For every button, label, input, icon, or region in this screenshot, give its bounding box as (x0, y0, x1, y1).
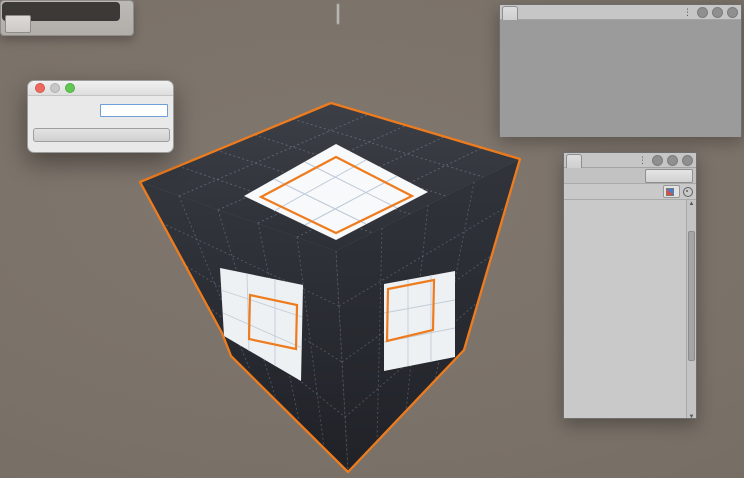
scrollbar-thumb[interactable] (688, 231, 695, 361)
orientation-tool-button[interactable] (5, 15, 31, 33)
palette-object-field[interactable] (663, 185, 680, 198)
palette-scrollbar[interactable]: ▲ ▼ (686, 200, 696, 419)
tab-vertex-colors[interactable] (566, 154, 582, 168)
weld-vertices-button[interactable] (33, 128, 170, 142)
reset-button[interactable] (645, 169, 693, 183)
vertex-colors-panel[interactable]: ⋮ ▲ ▼ (563, 152, 697, 419)
window-circle-icon[interactable] (652, 155, 663, 166)
scroll-down-icon[interactable]: ▼ (687, 413, 696, 419)
window-circle-icon[interactable] (712, 7, 723, 18)
scene-viewport[interactable]: ⋮ ⋮ (0, 0, 744, 478)
options-window[interactable] (27, 80, 174, 153)
palette-asset-icon (666, 188, 674, 196)
window-circle-icon[interactable] (682, 155, 693, 166)
window-circle-icon[interactable] (697, 7, 708, 18)
close-button[interactable] (35, 83, 45, 93)
vertex-colors-header: ⋮ (564, 153, 696, 168)
right-window[interactable] (384, 271, 455, 371)
panel-menu-icon[interactable]: ⋮ (683, 8, 692, 17)
zoom-button[interactable] (65, 83, 75, 93)
scroll-up-icon[interactable]: ▲ (687, 200, 696, 208)
probuilder-panel[interactable]: ⋮ (499, 4, 742, 135)
panel-menu-icon[interactable]: ⋮ (638, 156, 647, 165)
window-circle-icon[interactable] (667, 155, 678, 166)
options-titlebar[interactable] (28, 81, 173, 96)
window-circle-icon[interactable] (727, 7, 738, 18)
tab-probuilder[interactable] (502, 6, 518, 20)
probuilder-header: ⋮ (500, 5, 741, 20)
object-picker-icon[interactable] (683, 187, 693, 197)
edit-mode-toolbar (336, 3, 340, 25)
minimize-button[interactable] (50, 83, 60, 93)
weld-distance-input[interactable] (100, 104, 168, 117)
